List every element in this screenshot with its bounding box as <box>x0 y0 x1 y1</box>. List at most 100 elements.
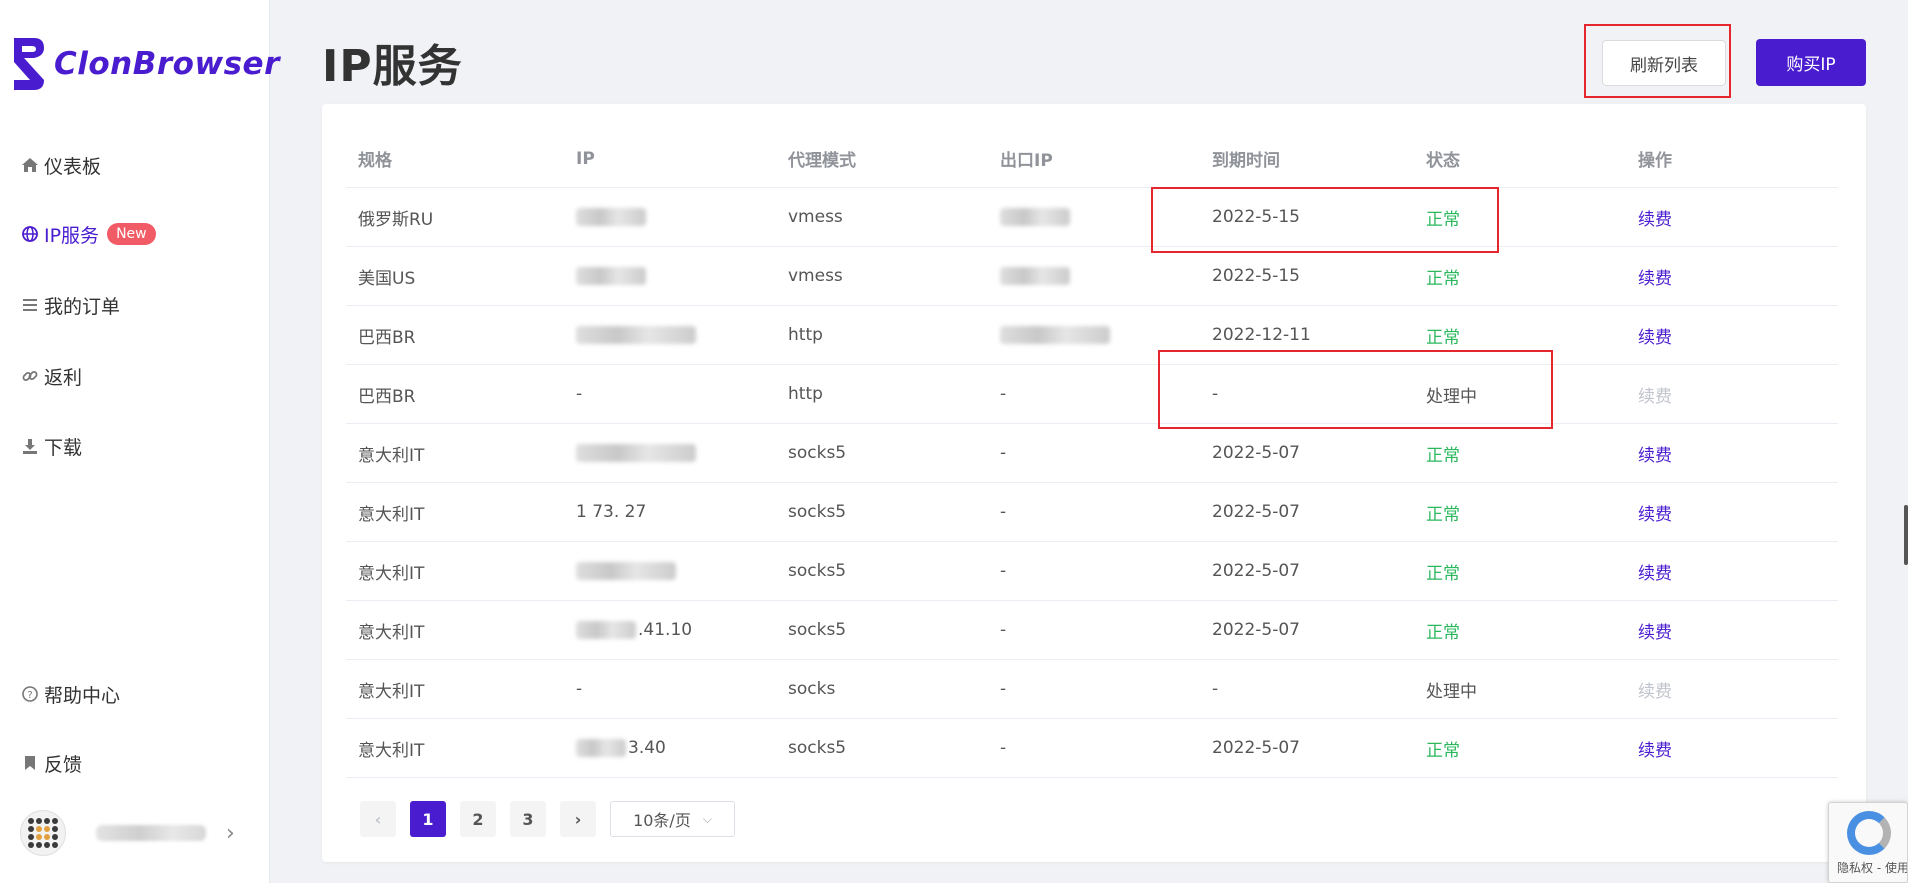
renew-link[interactable]: 续费 <box>1626 205 1838 230</box>
expiry-cell: 2022-5-15 <box>1212 207 1300 227</box>
spec-cell: 意大利IT <box>358 740 425 761</box>
expiry-cell: 2022-5-07 <box>1212 620 1300 640</box>
sidebar-item-label: 返利 <box>44 366 83 389</box>
column-header: 到期时间 <box>1212 151 1280 171</box>
expiry-cell: 2022-12-11 <box>1212 325 1311 345</box>
mode-cell: socks <box>788 679 836 699</box>
table-row: 美国US vmess 2022-5-15 正常 续费 <box>346 247 1838 306</box>
expiry-cell: 2022-5-07 <box>1212 502 1300 522</box>
ip-cell: - <box>576 384 583 404</box>
ip-cell <box>564 207 776 227</box>
table-row: 意大利IT socks5 - 2022-5-07 正常 续费 <box>346 424 1838 483</box>
sidebar-item-ip-service[interactable]: IP服务 New <box>20 217 156 251</box>
page-title: IP服务 <box>322 41 463 92</box>
redacted-ip <box>576 326 696 344</box>
renew-link[interactable]: 续费 <box>1626 264 1838 289</box>
renew-link[interactable]: 续费 <box>1626 441 1838 466</box>
spec-cell: 意大利IT <box>358 504 425 525</box>
spec-cell: 意大利IT <box>358 622 425 643</box>
renew-link[interactable]: 续费 <box>1626 559 1838 584</box>
ip-partial: .41.10 <box>638 620 693 640</box>
sidebar-item-rebate[interactable]: 返利 <box>20 359 82 393</box>
expiry-cell: 2022-5-07 <box>1212 561 1300 581</box>
table-row: 巴西BR http 2022-12-11 正常 续费 <box>346 306 1838 365</box>
column-header: 状态 <box>1426 151 1460 171</box>
sidebar: ClonBrowser 仪表板 IP服务 New 我的订单 返利 下载 ? 帮助… <box>0 0 279 883</box>
sidebar-item-label: 我的订单 <box>44 295 121 318</box>
sidebar-item-help[interactable]: ? 帮助中心 <box>20 677 120 711</box>
mode-cell: socks5 <box>788 738 847 758</box>
expiry-cell: 2022-5-07 <box>1212 738 1300 758</box>
sidebar-item-download[interactable]: 下载 <box>20 429 82 463</box>
download-icon <box>20 436 40 456</box>
status-cell: 正常 <box>1426 445 1460 466</box>
pagination: ‹ 1 2 3 › 10条/页 ⌵ <box>360 800 735 838</box>
ip-cell: - <box>576 679 583 699</box>
sidebar-item-orders[interactable]: 我的订单 <box>20 288 120 322</box>
expiry-cell: 2022-5-07 <box>1212 443 1300 463</box>
renew-link[interactable]: 续费 <box>1626 618 1838 643</box>
recaptcha-badge[interactable]: 隐私权 - 使用条款 <box>1828 802 1908 883</box>
page-size-select[interactable]: 10条/页 ⌵ <box>610 801 735 837</box>
redacted-ip <box>576 621 636 639</box>
page-size-value: 10条/页 <box>633 811 691 830</box>
renew-link: 续费 <box>1638 681 1672 702</box>
table-row: 俄罗斯RU vmess 2022-5-15 正常 续费 <box>346 188 1838 247</box>
sidebar-item-label: 帮助中心 <box>44 684 121 707</box>
refresh-list-button[interactable]: 刷新列表 <box>1602 40 1726 86</box>
mode-cell: socks5 <box>788 443 847 463</box>
ip-cell: 3.40 <box>564 738 776 758</box>
column-header: 出口IP <box>1000 151 1053 171</box>
avatar <box>20 810 66 856</box>
redacted-ip <box>576 562 676 580</box>
clonbrowser-logo-icon <box>10 34 46 94</box>
status-cell: 正常 <box>1426 622 1460 643</box>
ip-table: 规格 IP 代理模式 出口IP 到期时间 状态 操作 俄罗斯RU vmess 2… <box>346 130 1838 778</box>
redacted-exit-ip <box>1000 267 1070 285</box>
bookmark-icon <box>20 753 40 773</box>
exit-ip-cell: - <box>1000 502 1007 522</box>
buy-ip-button[interactable]: 购买IP <box>1756 39 1866 86</box>
user-menu[interactable]: › <box>20 810 250 856</box>
renew-link[interactable]: 续费 <box>1626 323 1838 348</box>
next-page-button[interactable]: › <box>560 801 596 837</box>
exit-ip-cell <box>988 266 1200 286</box>
expiry-cell: 2022-5-15 <box>1212 266 1300 286</box>
table-header: 规格 IP 代理模式 出口IP 到期时间 状态 操作 <box>346 130 1838 188</box>
mode-cell: socks5 <box>788 561 847 581</box>
ip-cell: 1 73. 27 <box>576 502 647 522</box>
mode-cell: http <box>788 325 823 345</box>
sidebar-item-feedback[interactable]: 反馈 <box>20 746 82 780</box>
page-button-2[interactable]: 2 <box>460 801 496 837</box>
ip-cell <box>564 325 776 345</box>
exit-ip-cell: - <box>1000 561 1007 581</box>
spec-cell: 意大利IT <box>358 563 425 584</box>
recaptcha-icon <box>1847 811 1891 855</box>
table-row: 意大利IT .41.10 socks5 - 2022-5-07 正常 续费 <box>346 601 1838 660</box>
ip-cell <box>564 561 776 581</box>
redacted-ip <box>576 208 646 226</box>
help-icon: ? <box>20 684 40 704</box>
prev-page-button[interactable]: ‹ <box>360 801 396 837</box>
redacted-exit-ip <box>1000 326 1110 344</box>
ip-partial: 3.40 <box>628 738 666 758</box>
chevron-right-icon[interactable]: › <box>226 821 235 846</box>
sidebar-item-dashboard[interactable]: 仪表板 <box>20 148 101 182</box>
chevron-down-icon: ⌵ <box>702 811 712 826</box>
mode-cell: http <box>788 384 823 404</box>
scrollbar[interactable] <box>1904 505 1908 565</box>
expiry-cell: - <box>1212 679 1219 699</box>
redacted-ip <box>576 739 626 757</box>
table-row: 意大利IT 3.40 socks5 - 2022-5-07 正常 续费 <box>346 719 1838 778</box>
page-button-3[interactable]: 3 <box>510 801 546 837</box>
page-button-1[interactable]: 1 <box>410 801 446 837</box>
exit-ip-cell: - <box>1000 443 1007 463</box>
table-row: 意大利IT 1 73. 27 socks5 - 2022-5-07 正常 续费 <box>346 483 1838 542</box>
renew-link[interactable]: 续费 <box>1626 500 1838 525</box>
table-row: 意大利IT - socks - - 处理中 续费 <box>346 660 1838 719</box>
brand-logo[interactable]: ClonBrowser <box>10 32 280 96</box>
ip-cell: .41.10 <box>564 620 776 640</box>
sidebar-item-label: 下载 <box>44 436 83 459</box>
renew-link[interactable]: 续费 <box>1626 736 1838 761</box>
expiry-cell: - <box>1212 384 1219 404</box>
